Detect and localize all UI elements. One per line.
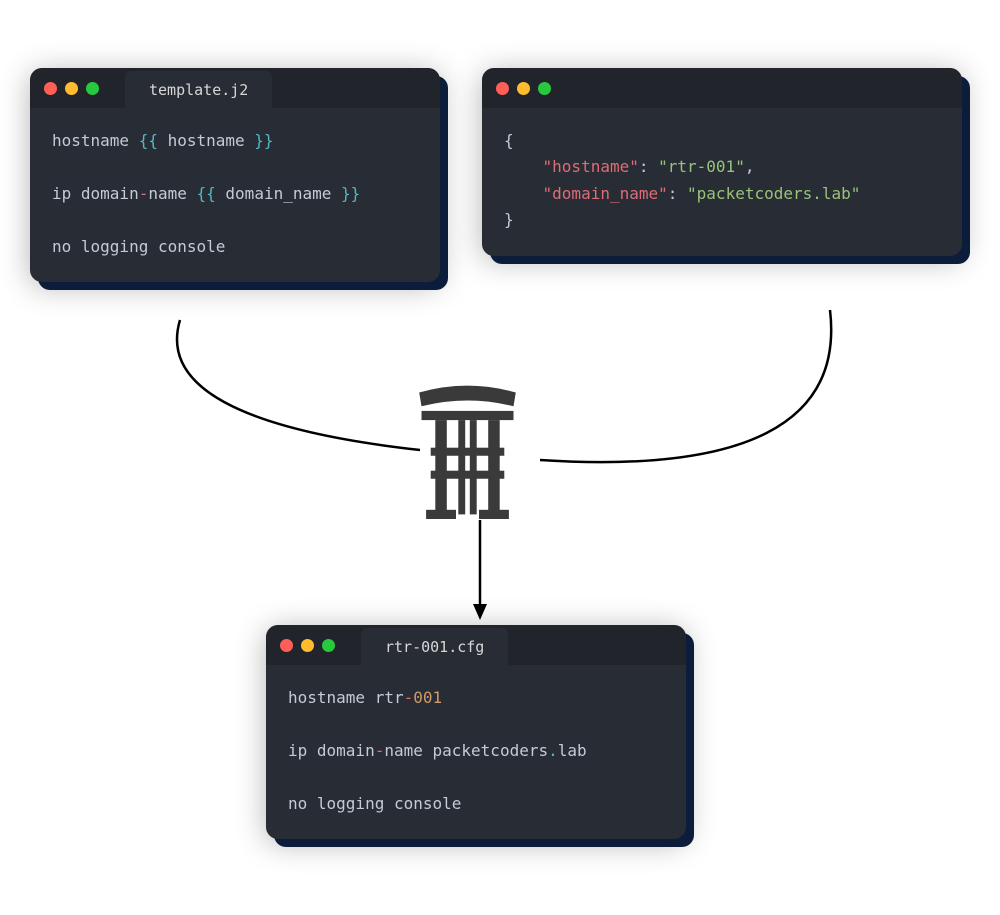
output-tab: rtr-001.cfg (361, 628, 508, 665)
json-titlebar (482, 68, 962, 108)
template-tab: template.j2 (125, 71, 272, 108)
zoom-icon[interactable] (538, 82, 551, 95)
zoom-icon[interactable] (86, 82, 99, 95)
minimize-icon[interactable] (65, 82, 78, 95)
output-titlebar: rtr-001.cfg (266, 625, 686, 665)
output-window: rtr-001.cfg hostname rtr-001 ip domain-n… (266, 625, 686, 839)
zoom-icon[interactable] (322, 639, 335, 652)
template-titlebar: template.j2 (30, 68, 440, 108)
close-icon[interactable] (280, 639, 293, 652)
output-content: hostname rtr-001 ip domain-name packetco… (266, 665, 686, 839)
jinja-logo-icon (410, 380, 525, 520)
json-content: { "hostname": "rtr-001", "domain_name": … (482, 108, 962, 256)
minimize-icon[interactable] (301, 639, 314, 652)
template-window: template.j2 hostname {{ hostname }} ip d… (30, 68, 440, 282)
close-icon[interactable] (496, 82, 509, 95)
json-window: { "hostname": "rtr-001", "domain_name": … (482, 68, 962, 256)
close-icon[interactable] (44, 82, 57, 95)
minimize-icon[interactable] (517, 82, 530, 95)
template-content: hostname {{ hostname }} ip domain-name {… (30, 108, 440, 282)
